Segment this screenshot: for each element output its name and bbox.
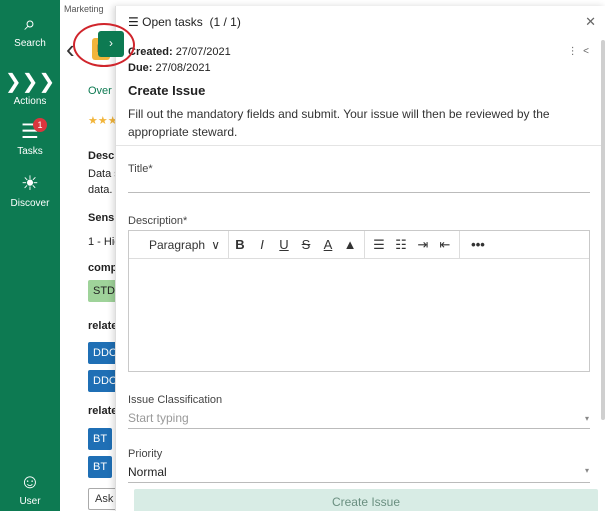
toolbar-separator [364, 230, 365, 259]
created-date: Created: 27/07/2021 [128, 46, 231, 58]
bullet-list-button[interactable]: ☰ [368, 237, 390, 253]
paragraph-select[interactable]: Paragraph ∨ [129, 230, 229, 259]
numbered-list-button[interactable]: ☷ [390, 237, 412, 253]
highlight-button[interactable]: ▲ [339, 237, 361, 252]
actions-icon: ❯❯❯ [4, 71, 56, 93]
related-tag[interactable]: BT [88, 456, 113, 478]
breadcrumb[interactable]: Marketing [64, 4, 104, 14]
discover-icon: ☀ [21, 173, 39, 195]
priority-select[interactable]: Normal [128, 465, 167, 479]
scrollbar[interactable] [601, 40, 605, 420]
highlight-circle [73, 23, 135, 67]
toolbar-separator [459, 230, 460, 259]
user-icon: ☺ [19, 471, 41, 493]
title-input[interactable] [128, 192, 590, 193]
description-label: Description* [128, 215, 188, 227]
more-options-button[interactable]: ••• [463, 237, 493, 252]
outdent-button[interactable]: ⇤ [434, 237, 456, 253]
left-navigation: ⌕ Search ❯❯❯ Actions ☰ 1 Tasks ☀ Discove… [0, 0, 60, 511]
section-description: Fill out the mandatory fields and submit… [128, 107, 550, 139]
nav-actions[interactable]: ❯❯❯ Actions [0, 70, 60, 107]
strikethrough-button[interactable]: S [295, 237, 317, 252]
tasks-badge: 1 [33, 118, 47, 132]
classification-underline [128, 428, 590, 429]
underline-button[interactable]: U [273, 237, 295, 252]
panel-title: ☰ Open tasks (1 / 1) [128, 15, 241, 29]
nav-search[interactable]: ⌕ Search [0, 12, 60, 49]
panel-title-text: Open tasks [142, 15, 203, 29]
create-issue-button[interactable]: Create Issue [134, 489, 598, 511]
nav-tasks-label: Tasks [17, 146, 43, 157]
priority-underline [128, 482, 590, 483]
chevron-down-icon: ∨ [211, 237, 220, 252]
chevron-down-icon[interactable]: ▾ [585, 414, 589, 423]
created-value: 27/07/2021 [175, 46, 231, 58]
nav-discover[interactable]: ☀ Discover [0, 172, 60, 209]
nav-search-label: Search [14, 38, 46, 49]
paragraph-label: Paragraph [149, 237, 206, 252]
bold-button[interactable]: B [229, 237, 251, 252]
nav-actions-label: Actions [13, 96, 47, 107]
font-color-button[interactable]: A [317, 237, 339, 252]
related-tag[interactable]: BT [88, 428, 113, 450]
italic-button[interactable]: I [251, 237, 273, 252]
open-tasks-panel: ☰ Open tasks (1 / 1) ✕ Created: 27/07/20… [115, 6, 605, 511]
due-value: 27/08/2021 [155, 62, 211, 74]
nav-tasks[interactable]: ☰ 1 Tasks [0, 118, 60, 157]
chevron-down-icon[interactable]: ▾ [585, 466, 589, 475]
editor-toolbar: Paragraph ∨ B I U S A ▲ ☰ ☷ ⇥ ⇤ ••• [129, 230, 589, 259]
nav-user-label: User [19, 496, 41, 507]
description-line-2: data. [88, 184, 113, 196]
description-editor[interactable]: Paragraph ∨ B I U S A ▲ ☰ ☷ ⇥ ⇤ ••• [128, 230, 590, 372]
due-label: Due: [128, 62, 153, 74]
priority-label: Priority [128, 448, 163, 460]
section-title: Create Issue [128, 83, 206, 98]
search-icon: ⌕ [24, 13, 36, 35]
panel-header: ☰ Open tasks (1 / 1) ✕ [116, 6, 605, 36]
related-heading-2: relate [88, 405, 118, 417]
classification-label: Issue Classification [128, 394, 223, 406]
due-date: Due: 27/08/2021 [128, 62, 211, 74]
more-icon[interactable]: ⋮ [568, 46, 578, 57]
nav-discover-label: Discover [10, 198, 50, 209]
panel-task-count: (1 / 1) [209, 15, 241, 29]
divider [116, 145, 605, 146]
close-icon[interactable]: ✕ [585, 14, 596, 30]
indent-button[interactable]: ⇥ [412, 237, 434, 253]
related-heading-1: relate [88, 320, 118, 332]
task-actions: ⋮ < [568, 46, 589, 57]
nav-user[interactable]: ☺ User [0, 470, 60, 507]
tab-overview[interactable]: Over [88, 85, 112, 97]
classification-input[interactable]: Start typing [128, 411, 189, 425]
title-label: Title* [128, 163, 153, 175]
tasks-icon: ☰ [21, 121, 39, 143]
rating-stars: ★★★ [88, 115, 118, 127]
tasks-list-icon: ☰ [128, 15, 139, 29]
share-icon[interactable]: < [583, 46, 589, 57]
